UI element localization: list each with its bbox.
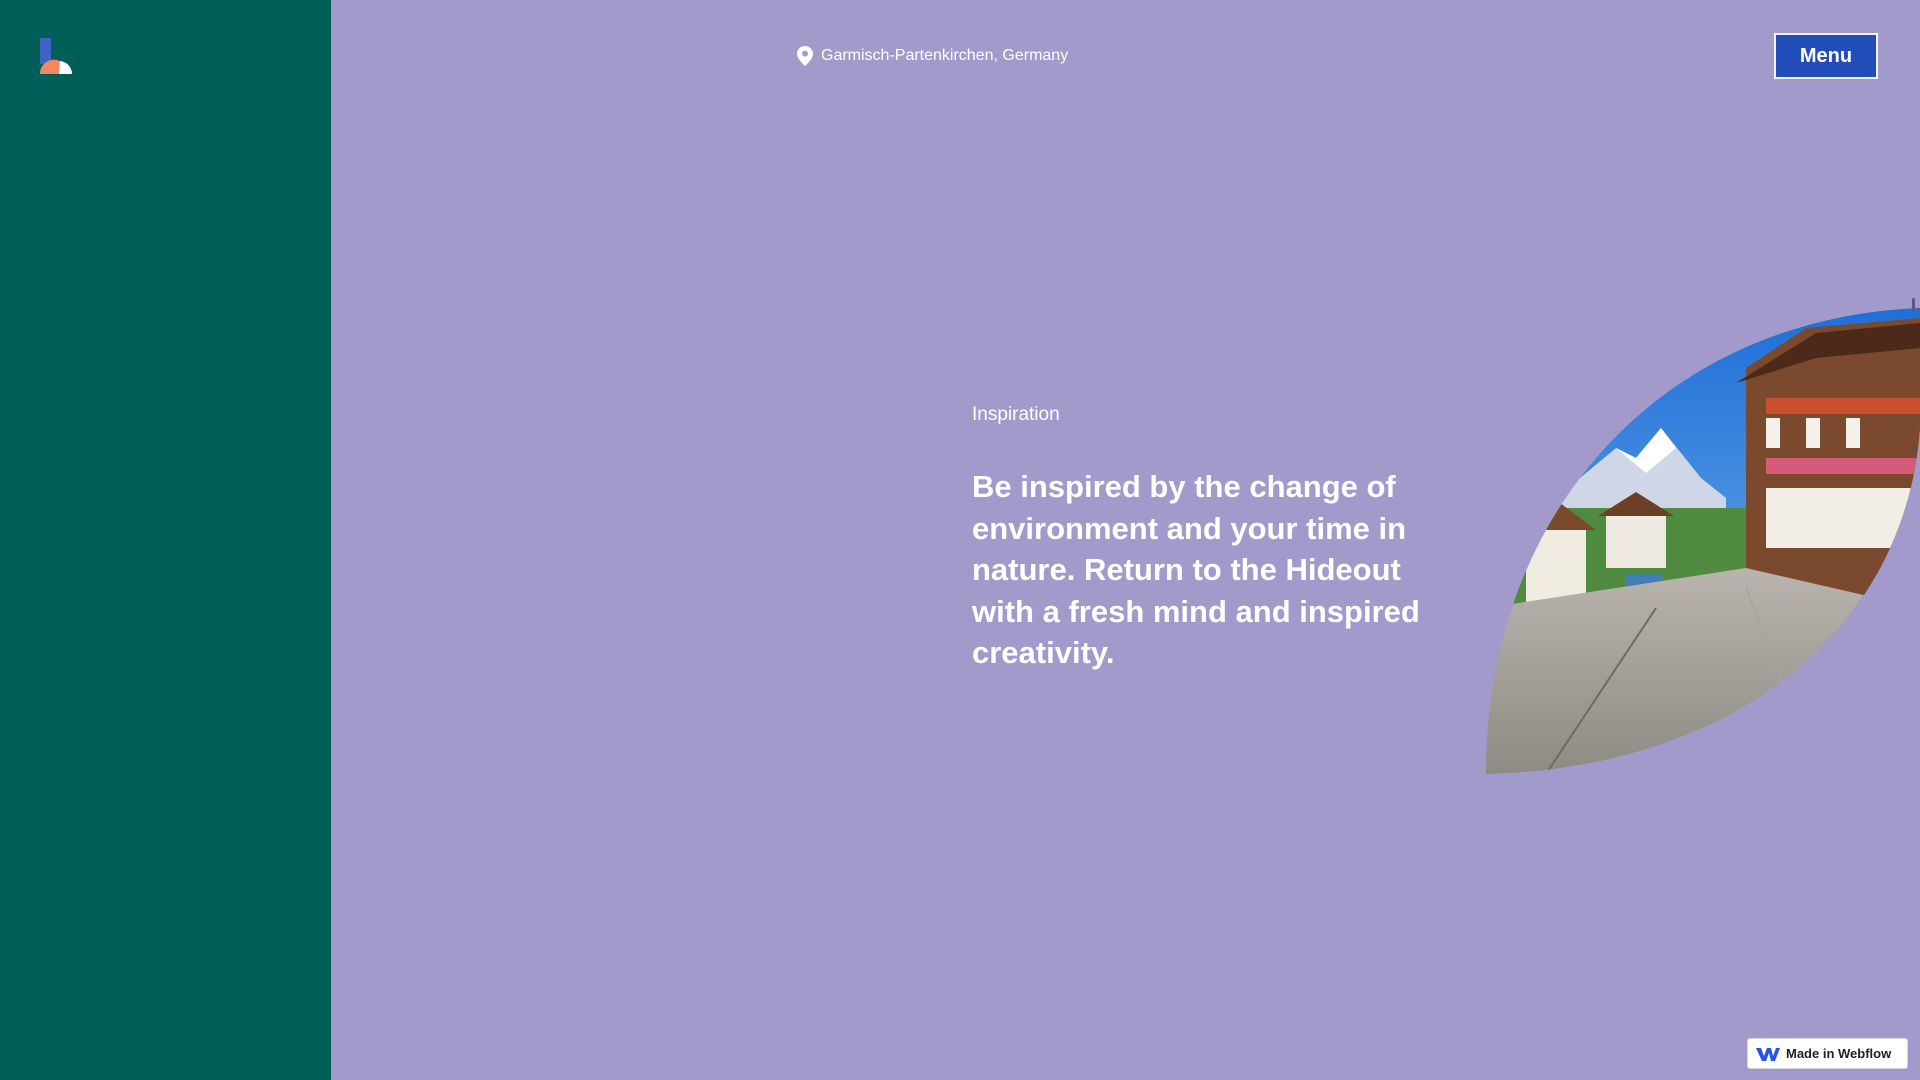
- section-headline: Be inspired by the change of environment…: [972, 469, 1420, 670]
- village-photo-leaf: [1486, 308, 1920, 774]
- menu-button[interactable]: Menu: [1774, 33, 1878, 79]
- logo-icon[interactable]: [39, 38, 76, 74]
- webflow-icon: [1756, 1046, 1780, 1062]
- location-text: Garmisch-Partenkirchen, Germany: [821, 47, 1069, 64]
- inspiration-section: Inspiration Be inspired by the change of…: [972, 404, 1442, 674]
- scroll-indicator[interactable]: [1912, 298, 1915, 312]
- made-in-webflow-badge[interactable]: Made in Webflow: [1747, 1038, 1908, 1069]
- location-pin-icon: [797, 46, 813, 66]
- sidebar-panel: [0, 0, 331, 1080]
- location-label: Garmisch-Partenkirchen, Germany: [797, 46, 1068, 66]
- webflow-badge-label: Made in Webflow: [1786, 1046, 1892, 1061]
- section-eyebrow: Inspiration: [972, 404, 1060, 425]
